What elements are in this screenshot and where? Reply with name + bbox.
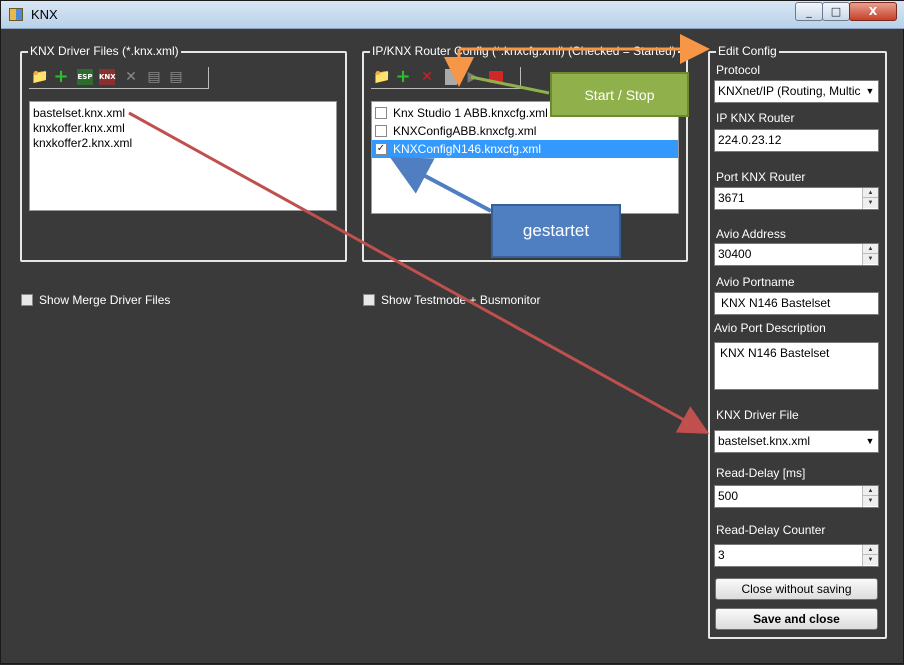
annotation-arrows [128,34,710,434]
start-stop-pointer [470,75,550,95]
started-pointer [389,157,492,213]
start-stop-callout: Start / Stop [550,72,689,117]
started-callout: gestartet [491,204,621,258]
driver-file-arrow [128,111,710,434]
knx-window: KNX _ □ X KNX Driver Files (*.knx.xml) 📁… [0,0,904,664]
